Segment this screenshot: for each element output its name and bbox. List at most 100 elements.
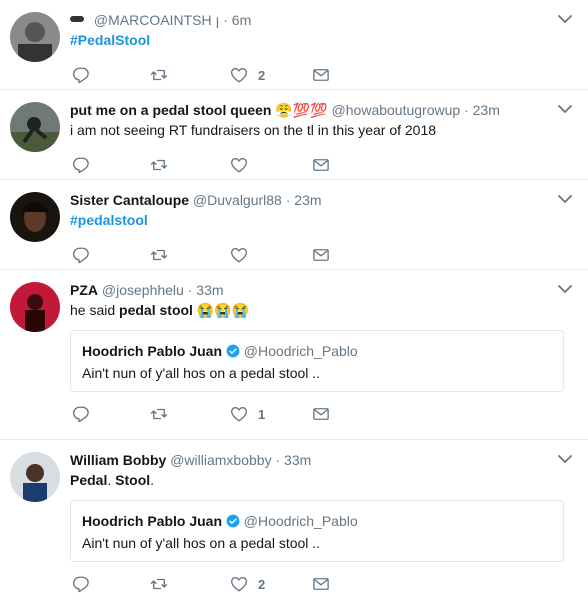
avatar[interactable] bbox=[10, 282, 60, 332]
like-count: 2 bbox=[258, 67, 266, 83]
tweet-text-bold: Stool bbox=[115, 472, 151, 488]
separator: · bbox=[187, 282, 193, 298]
user-handle[interactable]: @josephhelu bbox=[102, 282, 184, 298]
timestamp[interactable]: 33m bbox=[196, 282, 223, 298]
retweet-icon bbox=[150, 246, 168, 264]
retweet-icon bbox=[150, 66, 168, 84]
direct-message-button[interactable] bbox=[312, 404, 330, 424]
avatar[interactable] bbox=[10, 102, 60, 152]
tweet-text-emoji: 😭😭😭 bbox=[192, 302, 250, 318]
tweet[interactable]: William Bobby @williamxbobby · 33m Pedal… bbox=[0, 440, 588, 613]
user-handle[interactable]: @Duvalgurl88 bbox=[193, 192, 282, 208]
chevron-down-icon[interactable] bbox=[558, 104, 572, 114]
retweet-button[interactable] bbox=[150, 404, 168, 424]
like-button[interactable]: 2 bbox=[230, 65, 265, 85]
tweet[interactable]: @MARCOAINTSH ꞁ · 6m #PedalStool 2 bbox=[0, 0, 588, 90]
quoted-tweet[interactable]: Hoodrich Pablo Juan @Hoodrich_Pablo Ain'… bbox=[70, 330, 564, 392]
like-button[interactable] bbox=[230, 245, 248, 265]
tweet-text-bold: pedal stool bbox=[119, 302, 193, 318]
quoted-user-handle: @Hoodrich_Pablo bbox=[243, 343, 358, 359]
direct-message-button[interactable] bbox=[312, 65, 330, 85]
tweet-text-end: . bbox=[150, 472, 155, 488]
retweet-button[interactable] bbox=[150, 65, 168, 85]
envelope-icon bbox=[312, 405, 330, 423]
like-button[interactable]: 2 bbox=[230, 574, 265, 594]
reply-button[interactable] bbox=[72, 245, 90, 265]
like-button[interactable]: 1 bbox=[230, 404, 265, 424]
chevron-down-icon[interactable] bbox=[558, 454, 572, 464]
envelope-icon bbox=[312, 66, 330, 84]
display-name[interactable]: William Bobby bbox=[70, 452, 166, 468]
reply-icon bbox=[72, 575, 90, 593]
verified-badge-icon bbox=[226, 344, 240, 358]
display-name[interactable]: put me on a pedal stool queen bbox=[70, 102, 271, 118]
envelope-icon bbox=[312, 156, 330, 174]
avatar[interactable] bbox=[10, 12, 60, 62]
heart-icon bbox=[230, 66, 248, 84]
hashtag-link[interactable]: #PedalStool bbox=[70, 32, 150, 48]
hashtag-link[interactable]: #pedalstool bbox=[70, 212, 148, 228]
chevron-down-icon[interactable] bbox=[558, 194, 572, 204]
direct-message-button[interactable] bbox=[312, 574, 330, 594]
heart-icon bbox=[230, 405, 248, 423]
timestamp[interactable]: 23m bbox=[294, 192, 321, 208]
tweet-text: Pedal. Stool. bbox=[70, 470, 576, 490]
tweet-text-mid: . bbox=[107, 472, 116, 488]
envelope-icon bbox=[312, 246, 330, 264]
timestamp[interactable]: 33m bbox=[284, 452, 311, 468]
quoted-tweet-header: Hoodrich Pablo Juan @Hoodrich_Pablo bbox=[82, 341, 552, 361]
direct-message-button[interactable] bbox=[312, 155, 330, 175]
reply-button[interactable] bbox=[72, 65, 90, 85]
avatar[interactable] bbox=[10, 192, 60, 242]
display-name[interactable]: PZA bbox=[70, 282, 98, 298]
direct-message-button[interactable] bbox=[312, 245, 330, 265]
reply-button[interactable] bbox=[72, 155, 90, 175]
tweet-actions: 1 bbox=[70, 398, 576, 434]
timestamp[interactable]: 23m bbox=[473, 102, 500, 118]
tweet-text: i am not seeing RT fundraisers on the tl… bbox=[70, 122, 437, 138]
retweet-button[interactable] bbox=[150, 245, 168, 265]
separator: · bbox=[275, 452, 281, 468]
retweet-button[interactable] bbox=[150, 155, 168, 175]
retweet-icon bbox=[150, 575, 168, 593]
reply-button[interactable] bbox=[72, 574, 90, 594]
quoted-display-name: Hoodrich Pablo Juan bbox=[82, 513, 223, 529]
tweet-header: Sister Cantaloupe @Duvalgurl88 · 23m bbox=[70, 190, 576, 210]
display-name-emoji: 😤💯💯 bbox=[275, 102, 328, 118]
reply-button[interactable] bbox=[72, 404, 90, 424]
like-count: 1 bbox=[258, 406, 266, 422]
quoted-tweet-text: Ain't nun of y'all hos on a pedal stool … bbox=[82, 365, 321, 381]
reply-icon bbox=[72, 156, 90, 174]
chevron-down-icon[interactable] bbox=[558, 14, 572, 24]
user-handle[interactable]: @howaboutugrowup bbox=[332, 102, 461, 118]
tweet-text-bold: Pedal bbox=[70, 472, 108, 488]
tweet[interactable]: PZA @josephhelu · 33m he said pedal stoo… bbox=[0, 270, 588, 440]
tweet-header: William Bobby @williamxbobby · 33m bbox=[70, 450, 576, 470]
tweet-actions: 2 bbox=[70, 568, 576, 604]
reply-icon bbox=[72, 405, 90, 423]
heart-icon bbox=[230, 575, 248, 593]
display-name[interactable]: Sister Cantaloupe bbox=[70, 192, 189, 208]
tweet-text: he said pedal stool 😭😭😭 bbox=[70, 300, 576, 320]
timestamp[interactable]: 6m bbox=[232, 12, 251, 28]
retweet-button[interactable] bbox=[150, 574, 168, 594]
quoted-tweet-header: Hoodrich Pablo Juan @Hoodrich_Pablo bbox=[82, 511, 552, 531]
heart-icon bbox=[230, 246, 248, 264]
quoted-tweet[interactable]: Hoodrich Pablo Juan @Hoodrich_Pablo Ain'… bbox=[70, 500, 564, 562]
retweet-icon bbox=[150, 405, 168, 423]
user-handle[interactable]: @MARCOAINTSH bbox=[94, 12, 212, 28]
verified-badge-icon bbox=[226, 514, 240, 528]
like-count: 2 bbox=[258, 576, 266, 592]
user-handle[interactable]: @williamxbobby bbox=[170, 452, 271, 468]
tweet[interactable]: Sister Cantaloupe @Duvalgurl88 · 23m #pe… bbox=[0, 180, 588, 270]
like-button[interactable] bbox=[230, 155, 248, 175]
avatar[interactable] bbox=[10, 452, 60, 502]
tweet-header: PZA @josephhelu · 33m bbox=[70, 280, 576, 300]
quoted-display-name: Hoodrich Pablo Juan bbox=[82, 343, 223, 359]
chevron-down-icon[interactable] bbox=[558, 284, 572, 294]
reply-icon bbox=[72, 246, 90, 264]
separator: · bbox=[464, 102, 469, 118]
tweet[interactable]: put me on a pedal stool queen 😤💯💯 @howab… bbox=[0, 90, 588, 180]
handle-suffix: ꞁ bbox=[215, 12, 220, 28]
envelope-icon bbox=[312, 575, 330, 593]
